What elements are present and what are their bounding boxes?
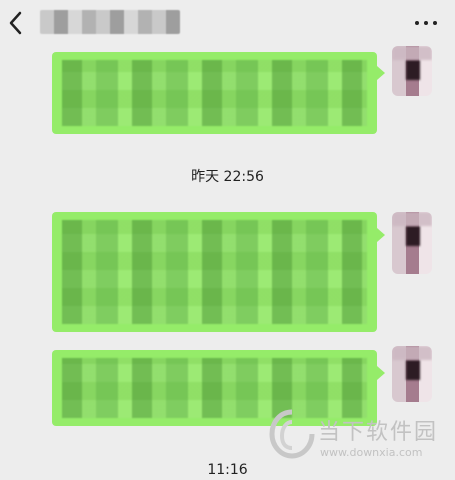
- message-bubble[interactable]: [52, 212, 377, 332]
- timestamp-text: 昨天 22:56: [187, 167, 268, 187]
- watermark-url: www.downxia.com: [320, 446, 423, 459]
- more-options-icon[interactable]: [413, 14, 439, 32]
- site-watermark: 当下软件园 www.downxia.com: [268, 408, 448, 468]
- avatar[interactable]: [392, 212, 432, 274]
- watermark-logo-icon: [269, 409, 315, 459]
- message-bubble[interactable]: [52, 52, 377, 134]
- message-text: [62, 60, 367, 126]
- message-text: [62, 220, 367, 324]
- chat-header: [0, 0, 455, 46]
- back-arrow-icon[interactable]: [4, 8, 28, 38]
- avatar[interactable]: [392, 46, 432, 96]
- timestamp-text: 11:16: [203, 460, 252, 480]
- bubble-tail: [377, 366, 385, 380]
- bubble-tail: [377, 228, 385, 242]
- timestamp: 昨天 22:56: [0, 166, 455, 187]
- bubble-tail: [377, 66, 385, 80]
- watermark-text: 当下软件园: [318, 420, 439, 445]
- chat-title: [40, 10, 180, 34]
- avatar[interactable]: [392, 346, 432, 402]
